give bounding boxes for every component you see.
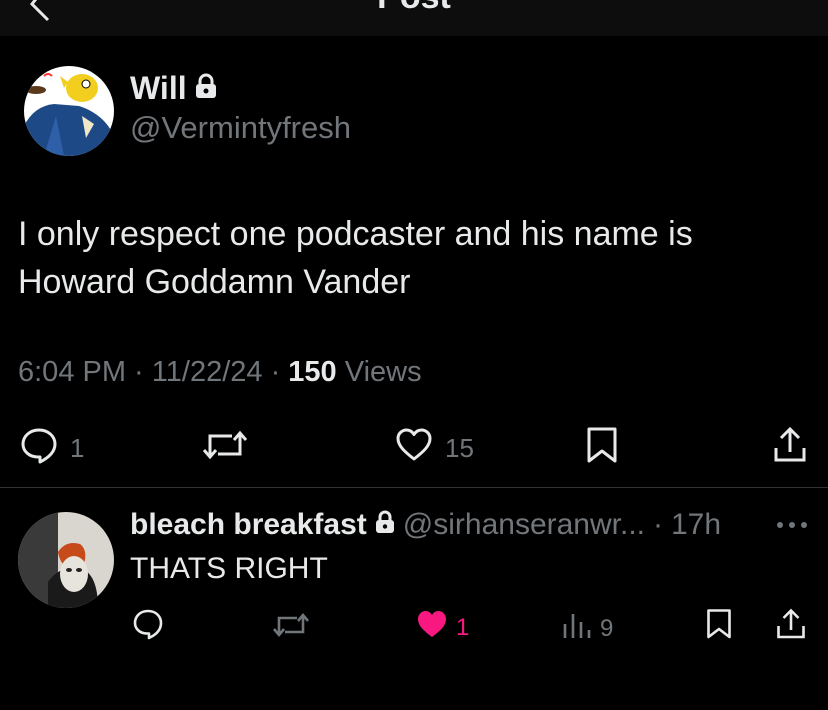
repost-icon [202,426,248,471]
divider [0,487,828,488]
bookmark-button[interactable] [586,426,618,471]
lock-icon [195,70,217,107]
reply-like-count: 1 [456,613,470,641]
post-date[interactable]: 11/22/24 [152,356,263,389]
share-icon [773,426,807,471]
post-time[interactable]: 6:04 PM [18,356,126,389]
repost-icon [272,610,310,647]
bookmark-icon [586,426,618,471]
heart-icon [416,608,448,647]
reply-icon [20,426,58,471]
author-name[interactable]: Will [130,70,217,107]
reply-button[interactable]: 1 [20,426,84,471]
reply-views-count: 9 [600,614,614,642]
reply-repost-button[interactable] [272,610,310,647]
reply-avatar[interactable] [18,512,114,608]
like-count: 15 [445,433,474,463]
lock-icon [375,508,395,542]
page-title: Post [0,0,828,17]
views-count[interactable]: 150 [288,356,336,389]
post-text: I only respect one podcaster and his nam… [18,215,693,301]
reply-bookmark-button[interactable] [706,608,732,647]
reply-views-button[interactable]: 9 [562,610,613,647]
reply-count: 1 [70,433,85,463]
reply-age[interactable]: 17h [671,508,721,542]
like-button[interactable]: 15 [395,426,474,471]
heart-icon [395,426,433,471]
reply-share-button[interactable] [776,608,806,647]
share-icon [776,608,806,647]
reply-reply-button[interactable] [132,608,164,647]
reply-text: THATS RIGHT [130,552,328,585]
more-icon[interactable] [776,518,808,536]
share-button[interactable] [773,426,807,471]
reply-author-handle[interactable]: @sirhanseranwr... [403,508,645,542]
views-label: Views [344,356,422,388]
reply-header: bleach breakfast @sirhanseranwr... · 17h [130,508,722,542]
avatar[interactable] [24,66,114,156]
repost-button[interactable] [202,426,248,471]
reply-like-button[interactable]: 1 [416,608,469,647]
views-icon [562,610,592,647]
author-handle[interactable]: @Vermintyfresh [130,110,351,146]
bookmark-icon [706,608,732,647]
post-meta: 6:04 PM · 11/22/24 · 150 Views [18,356,422,389]
reply-icon [132,608,164,647]
author-name-text: Will [130,70,187,106]
reply-author-name[interactable]: bleach breakfast [130,508,367,542]
top-bar: Post [0,0,828,36]
